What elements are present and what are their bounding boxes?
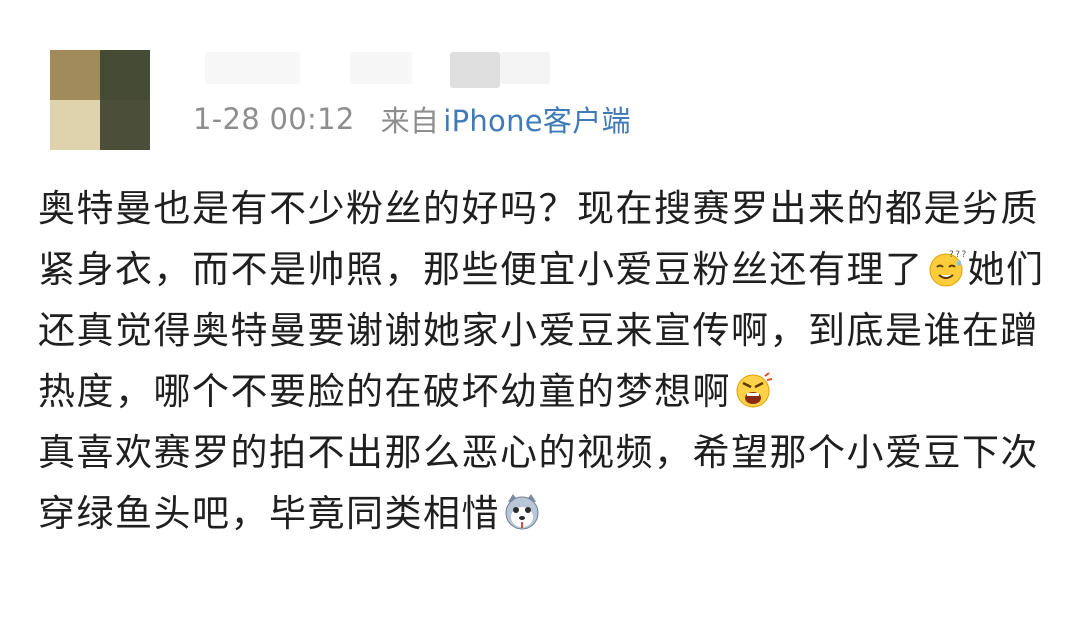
user-avatar[interactable] <box>50 50 150 150</box>
source-link[interactable]: iPhone客户端 <box>443 98 631 140</box>
post-meta: 1-28 00:12 来自 iPhone客户端 <box>193 99 631 139</box>
redacted-username[interactable] <box>500 52 550 84</box>
post-time: 1-28 00:12 <box>193 102 355 136</box>
avatar-tile <box>50 100 100 150</box>
svg-text:???: ??? <box>949 250 966 260</box>
avatar-tile <box>100 50 150 100</box>
thinking-sweat-face-emoji-icon: ??? <box>926 245 966 287</box>
redacted-username[interactable] <box>205 52 300 84</box>
redacted-username[interactable] <box>450 52 500 88</box>
husky-dog-face-emoji-icon <box>502 489 542 530</box>
post-content: 奥特曼也是有不少粉丝的好吗？现在搜赛罗出来的都是劣质紧身衣，而不是帅照，那些便宜… <box>38 178 1048 544</box>
avatar-tile <box>50 50 100 100</box>
avatar-tile <box>100 100 150 150</box>
redacted-username[interactable] <box>350 52 412 84</box>
angry-shout-face-emoji-icon <box>733 367 773 408</box>
post-paragraph: 奥特曼也是有不少粉丝的好吗？现在搜赛罗出来的都是劣质紧身衣，而不是帅照，那些便宜… <box>38 178 1048 422</box>
post-text: 奥特曼也是有不少粉丝的好吗？现在搜赛罗出来的都是劣质紧身衣，而不是帅照，那些便宜… <box>38 187 1039 291</box>
post-paragraph: 真喜欢赛罗的拍不出那么恶心的视频，希望那个小爱豆下次穿绿鱼头吧，毕竟同类相惜 <box>38 422 1048 544</box>
source-prefix: 来自 <box>380 104 440 138</box>
